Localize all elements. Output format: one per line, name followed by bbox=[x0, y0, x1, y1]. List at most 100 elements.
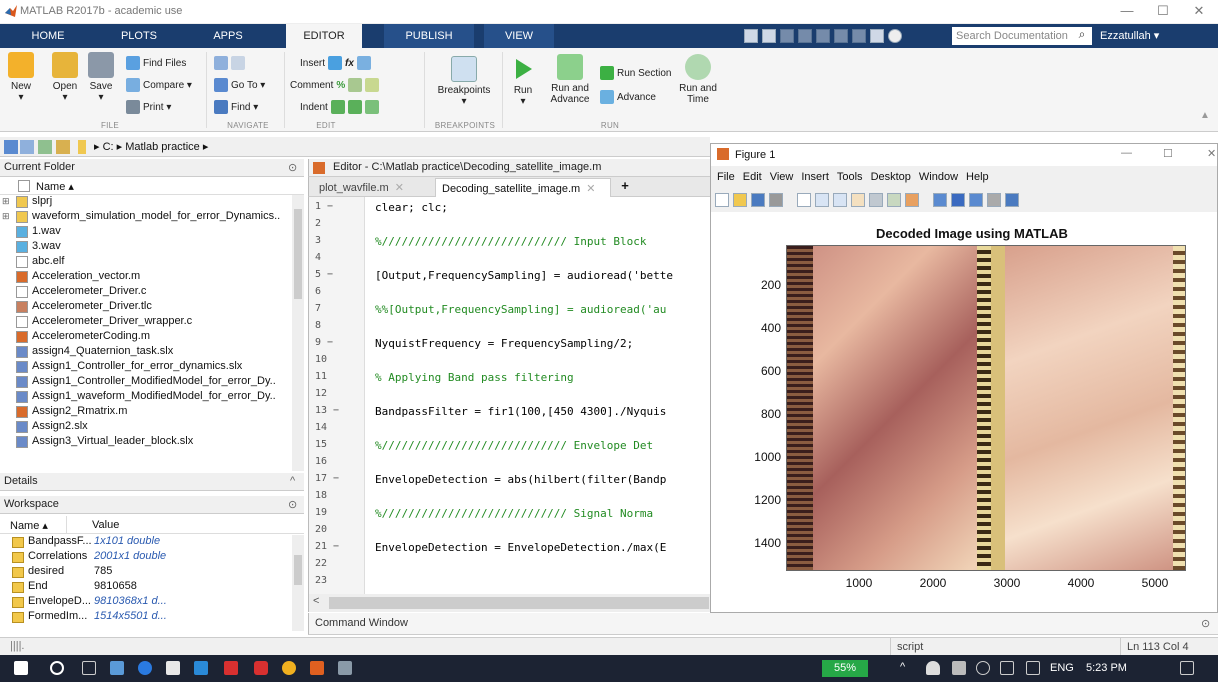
tab-home[interactable]: HOME bbox=[12, 24, 84, 48]
browse-folder-icon[interactable] bbox=[56, 140, 70, 154]
clock[interactable]: 5:23 PM bbox=[1086, 662, 1127, 674]
close-tab-icon[interactable]: ✕ bbox=[586, 183, 595, 195]
colorbar-icon[interactable] bbox=[951, 193, 965, 207]
save-icon[interactable] bbox=[762, 29, 776, 43]
search-icon[interactable] bbox=[50, 661, 64, 675]
list-item[interactable]: Accelerometer_Driver.tlc bbox=[0, 300, 300, 315]
scroll-left-icon[interactable]: < bbox=[313, 595, 319, 607]
pen-icon[interactable] bbox=[1026, 661, 1040, 675]
code-line[interactable]: 20 bbox=[309, 524, 711, 539]
figure-menu-help[interactable]: Help bbox=[966, 171, 989, 187]
workspace-row[interactable]: Correlations 2001x1 double bbox=[0, 550, 300, 565]
edge-icon[interactable] bbox=[138, 661, 152, 675]
find-files-button[interactable]: Find Files bbox=[126, 56, 186, 70]
code-line[interactable]: 15 %//////////////////////////// Envelope… bbox=[309, 439, 711, 454]
panel-menu-icon[interactable]: ⊙ bbox=[288, 161, 297, 174]
code-line[interactable]: 21 − EnvelopeDetection = EnvelopeDetectio… bbox=[309, 541, 711, 556]
find-button[interactable]: Find ▾ bbox=[214, 100, 258, 114]
desktop-icon[interactable] bbox=[110, 661, 124, 675]
back-forward-buttons[interactable] bbox=[214, 56, 245, 70]
run-section-button[interactable]: Run Section bbox=[600, 66, 671, 80]
figure-close-button[interactable]: ✕ bbox=[1207, 147, 1216, 160]
redo-icon[interactable] bbox=[852, 29, 866, 43]
indent-button[interactable]: Indent bbox=[300, 100, 379, 114]
goto-button[interactable]: Go To ▾ bbox=[214, 78, 265, 92]
code-line[interactable]: 17 − EnvelopeDetection = abs(hilbert(filt… bbox=[309, 473, 711, 488]
run-button[interactable]: Run ▾ bbox=[508, 56, 538, 107]
panel-menu-icon[interactable]: ⊙ bbox=[288, 498, 297, 511]
collapse-ribbon-icon[interactable]: ▲ bbox=[1200, 110, 1210, 121]
user-menu[interactable]: Ezzatullah ▾ bbox=[1100, 29, 1159, 42]
code-line[interactable]: 10 bbox=[309, 354, 711, 369]
battery-icon[interactable] bbox=[952, 661, 966, 675]
workspace-value-header[interactable]: Value bbox=[92, 519, 119, 531]
list-item[interactable]: Assign2.slx bbox=[0, 420, 300, 435]
legend-icon[interactable] bbox=[969, 193, 983, 207]
list-item[interactable]: ⊞ waveform_simulation_model_for_error_Dyn… bbox=[0, 210, 300, 225]
code-line[interactable]: 3 %//////////////////////////// Input Blo… bbox=[309, 235, 711, 250]
insert-button[interactable]: Insert fx bbox=[300, 56, 371, 70]
chrome-icon[interactable] bbox=[282, 661, 296, 675]
code-line[interactable]: 2 bbox=[309, 218, 711, 233]
search-documentation-input[interactable]: Search Documentation bbox=[952, 27, 1092, 45]
code-line[interactable]: 7 %%[Output,FrequencySampling] = audiorea… bbox=[309, 303, 711, 318]
list-item[interactable]: Accelerometer_Driver_wrapper.c bbox=[0, 315, 300, 330]
list-item[interactable]: assign4_Quaternion_task.slx bbox=[0, 345, 300, 360]
code-line[interactable]: 1 − clear; clc; bbox=[309, 201, 711, 216]
store-icon[interactable] bbox=[166, 661, 180, 675]
windows-start-icon[interactable] bbox=[14, 661, 28, 675]
expand-icon[interactable]: ⊞ bbox=[2, 196, 10, 207]
figure-menu-file[interactable]: File bbox=[717, 171, 735, 187]
cut-icon[interactable] bbox=[780, 29, 794, 43]
list-item[interactable]: Assign1_waveform_ModifiedModel_for_error… bbox=[0, 390, 300, 405]
code-line[interactable]: 11 % Applying Band pass filtering bbox=[309, 371, 711, 386]
close-tab-icon[interactable]: ✕ bbox=[395, 182, 404, 194]
code-line[interactable]: 16 bbox=[309, 456, 711, 471]
pointer-icon[interactable] bbox=[797, 193, 811, 207]
code-line[interactable]: 9 − NyquistFrequency = FrequencySampling/… bbox=[309, 337, 711, 352]
figure-minimize-button[interactable]: — bbox=[1121, 147, 1132, 159]
print-figure-icon[interactable] bbox=[769, 193, 783, 207]
workspace-row[interactable]: BandpassF... 1x101 double bbox=[0, 535, 300, 550]
list-item[interactable]: 3.wav bbox=[0, 240, 300, 255]
minimize-button[interactable]: — bbox=[1110, 3, 1144, 21]
list-item[interactable]: Assign2_Rmatrix.m bbox=[0, 405, 300, 420]
save-figure-icon[interactable] bbox=[751, 193, 765, 207]
comment-button[interactable]: Comment% bbox=[290, 78, 380, 92]
new-button[interactable]: New ▾ bbox=[6, 52, 36, 103]
help-icon[interactable] bbox=[888, 29, 902, 43]
code-line[interactable]: 14 bbox=[309, 422, 711, 437]
list-item[interactable]: abc.elf bbox=[0, 255, 300, 270]
figure-menu-edit[interactable]: Edit bbox=[743, 171, 762, 187]
run-and-advance-button[interactable]: Run and Advance bbox=[548, 54, 592, 105]
zoom-in-icon[interactable] bbox=[815, 193, 829, 207]
workspace-row[interactable]: desired 785 bbox=[0, 565, 300, 580]
hide-plot-tools-icon[interactable] bbox=[987, 193, 1001, 207]
pan-icon[interactable] bbox=[851, 193, 865, 207]
copy-icon[interactable] bbox=[798, 29, 812, 43]
undo-icon[interactable] bbox=[834, 29, 848, 43]
layout-icon[interactable] bbox=[744, 29, 758, 43]
figure-menu-tools[interactable]: Tools bbox=[837, 171, 863, 187]
open-file-icon[interactable] bbox=[733, 193, 747, 207]
paste-icon[interactable] bbox=[816, 29, 830, 43]
editor-hscrollbar[interactable]: < bbox=[308, 594, 710, 612]
list-item[interactable]: Assign1_Controller_for_error_dynamics.sl… bbox=[0, 360, 300, 375]
workspace-row[interactable]: End 9810658 bbox=[0, 580, 300, 595]
workspace-name-header[interactable]: Name ▴ bbox=[10, 519, 48, 532]
code-line[interactable]: 13 − BandpassFilter = fir1(100,[450 4300]… bbox=[309, 405, 711, 420]
current-path[interactable]: ▸ C: ▸ Matlab practice ▸ bbox=[94, 140, 208, 153]
tab-view[interactable]: VIEW bbox=[484, 24, 554, 48]
list-item[interactable]: Assign1_Controller_ModifiedModel_for_err… bbox=[0, 375, 300, 390]
search-icon[interactable]: ⌕ bbox=[1072, 27, 1092, 45]
matlab-taskbar-icon[interactable] bbox=[310, 661, 324, 675]
chevron-up-icon[interactable]: ^ bbox=[900, 661, 905, 673]
figure-maximize-button[interactable]: ☐ bbox=[1163, 147, 1173, 160]
list-item[interactable]: ⊞ slprj bbox=[0, 195, 300, 210]
print-button[interactable]: Print ▾ bbox=[126, 100, 171, 114]
rotate-icon[interactable] bbox=[869, 193, 883, 207]
list-item[interactable]: Acceleration_vector.m bbox=[0, 270, 300, 285]
figure-menu-insert[interactable]: Insert bbox=[801, 171, 829, 187]
chevron-up-icon[interactable]: ^ bbox=[290, 475, 295, 487]
close-button[interactable]: ✕ bbox=[1182, 3, 1216, 21]
